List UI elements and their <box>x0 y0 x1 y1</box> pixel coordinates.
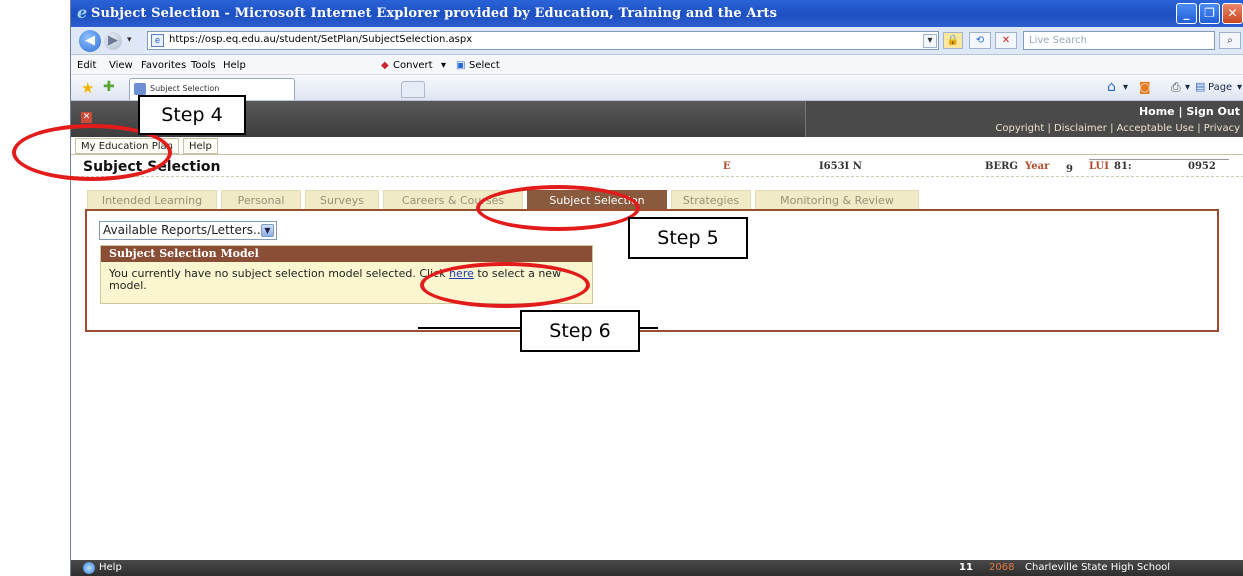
acceptable-use-link[interactable]: Acceptable Use <box>1117 123 1194 134</box>
stop-icon[interactable]: ✕ <box>995 32 1017 49</box>
site-header: ✕ Home | Sign Out Copyright | Disclaimer… <box>71 101 1243 137</box>
step6-connector-left <box>418 327 522 329</box>
refresh-icon[interactable]: ⟲ <box>969 32 991 49</box>
menu-favorites[interactable]: Favorites <box>141 60 186 71</box>
search-input[interactable]: Live Search <box>1023 31 1215 50</box>
reports-select[interactable]: Available Reports/Letters... ▼ <box>99 221 277 240</box>
page-menu-button[interactable]: Page <box>1208 82 1232 93</box>
status-count: 11 <box>959 562 973 573</box>
subject-model-header: Subject Selection Model <box>101 246 592 262</box>
year-value: 9 <box>1066 164 1073 175</box>
home-link[interactable]: Home <box>1139 105 1175 118</box>
close-button[interactable]: ✕ <box>1222 3 1243 24</box>
convert-dropdown-icon[interactable]: ▾ <box>441 60 446 71</box>
convert-icon: ◆ <box>381 60 389 71</box>
convert-button[interactable]: Convert <box>393 60 433 71</box>
student-name: BERG <box>985 161 1018 172</box>
history-dropdown-icon[interactable]: ▾ <box>127 35 132 45</box>
tab-title: Subject Selection <box>150 84 220 93</box>
print-dropdown-icon[interactable]: ▾ <box>1185 82 1190 93</box>
step6-highlight <box>420 262 590 308</box>
chevron-down-icon[interactable]: ▼ <box>261 224 274 237</box>
nav-help[interactable]: Help <box>183 138 218 154</box>
top-links: Home | Sign Out <box>1139 105 1240 118</box>
address-dropdown-icon[interactable]: ▾ <box>923 34 937 48</box>
status-school: Charleville State High School <box>1025 562 1171 573</box>
status-help[interactable]: Help <box>99 562 122 573</box>
feeds-icon[interactable]: ◙ <box>1139 80 1151 94</box>
sign-out-link[interactable]: Sign Out <box>1186 105 1240 118</box>
select-button[interactable]: Select <box>469 60 500 71</box>
menu-help[interactable]: Help <box>223 60 246 71</box>
favorites-bar: ★ ✚ Subject Selection ⌂ ▾ ◙ ⎙ ▾ ▤ Page ▾ <box>71 75 1243 101</box>
tab-monitoring-review[interactable]: Monitoring & Review <box>755 190 919 209</box>
print-icon[interactable]: ⎙ <box>1171 80 1181 95</box>
student-id: I653I N <box>819 161 862 172</box>
add-favorites-icon[interactable]: ✚ <box>103 79 115 95</box>
help-icon[interactable] <box>83 562 95 574</box>
close-panel-icon[interactable]: ✕ <box>81 112 92 123</box>
tab-page-icon <box>134 83 146 95</box>
search-icon[interactable]: ⌕ <box>1219 32 1241 49</box>
tab-surveys[interactable]: Surveys <box>305 190 379 209</box>
tab-personal[interactable]: Personal <box>221 190 301 209</box>
student-field-e: E <box>723 161 731 172</box>
section-tabs: Intended Learning Personal Surveys Caree… <box>71 190 1243 209</box>
lui-value-a: 81: <box>1114 161 1132 172</box>
lui-label: LUI <box>1089 161 1109 172</box>
step5-highlight <box>476 185 640 231</box>
page-dropdown-icon[interactable]: ▾ <box>1237 82 1242 93</box>
status-year: 2068 <box>989 562 1015 573</box>
select-icon: ▣ <box>456 60 466 71</box>
menu-view[interactable]: View <box>109 60 133 71</box>
back-button[interactable]: ◀ <box>79 30 101 52</box>
forward-button[interactable]: ▶ <box>104 32 122 50</box>
lock-icon[interactable]: 🔒 <box>943 32 963 49</box>
address-field[interactable]: e https://osp.eq.edu.au/student/SetPlan/… <box>147 31 939 50</box>
tab-intended-learning[interactable]: Intended Learning <box>87 190 217 209</box>
year-label: Year <box>1025 161 1050 172</box>
page-icon: e <box>151 34 164 47</box>
home-dropdown-icon[interactable]: ▾ <box>1123 82 1128 93</box>
disclaimer-link[interactable]: Disclaimer <box>1054 123 1107 134</box>
search-placeholder: Live Search <box>1029 35 1087 46</box>
menu-bar: Edit View Favorites Tools Help ◆ Convert… <box>71 55 1243 75</box>
copyright-link[interactable]: Copyright <box>995 123 1044 134</box>
window-title: Subject Selection - Microsoft Internet E… <box>91 6 778 21</box>
home-icon[interactable]: ⌂ <box>1107 79 1116 95</box>
new-tab-button[interactable] <box>401 81 425 98</box>
page: { "window": { "title": "Subject Selectio… <box>0 0 1243 576</box>
status-bar: Help 11 2068 Charleville State High Scho… <box>71 560 1243 576</box>
window-titlebar: e Subject Selection - Microsoft Internet… <box>71 0 1243 27</box>
footer-links: Copyright | Disclaimer | Acceptable Use … <box>995 123 1240 134</box>
lui-value-b: 0952 <box>1188 161 1216 172</box>
maximize-button[interactable]: ❐ <box>1199 3 1220 24</box>
step6-connector-right <box>640 327 658 329</box>
step6-callout: Step 6 <box>520 310 640 352</box>
page-icon-cmd: ▤ <box>1195 80 1206 93</box>
favorites-star-icon[interactable]: ★ <box>81 79 94 97</box>
address-toolbar: ◀ ▶ ▾ e https://osp.eq.edu.au/student/Se… <box>71 27 1243 55</box>
step4-callout: Step 4 <box>138 95 246 135</box>
menu-tools[interactable]: Tools <box>191 60 216 71</box>
ie-window: e Subject Selection - Microsoft Internet… <box>70 0 1243 576</box>
reports-select-value: Available Reports/Letters... <box>103 223 265 237</box>
step5-callout: Step 5 <box>628 217 748 259</box>
menu-edit[interactable]: Edit <box>77 60 96 71</box>
minimize-button[interactable]: _ <box>1176 3 1197 24</box>
tab-strategies[interactable]: Strategies <box>671 190 751 209</box>
privacy-link[interactable]: Privacy <box>1204 123 1240 134</box>
student-info-bar: Subject Selection E I653I N BERG Year 9 … <box>71 155 1243 177</box>
site-nav: My Education Plan Help <box>71 137 1243 155</box>
url-text: https://osp.eq.edu.au/student/SetPlan/Su… <box>169 34 473 45</box>
